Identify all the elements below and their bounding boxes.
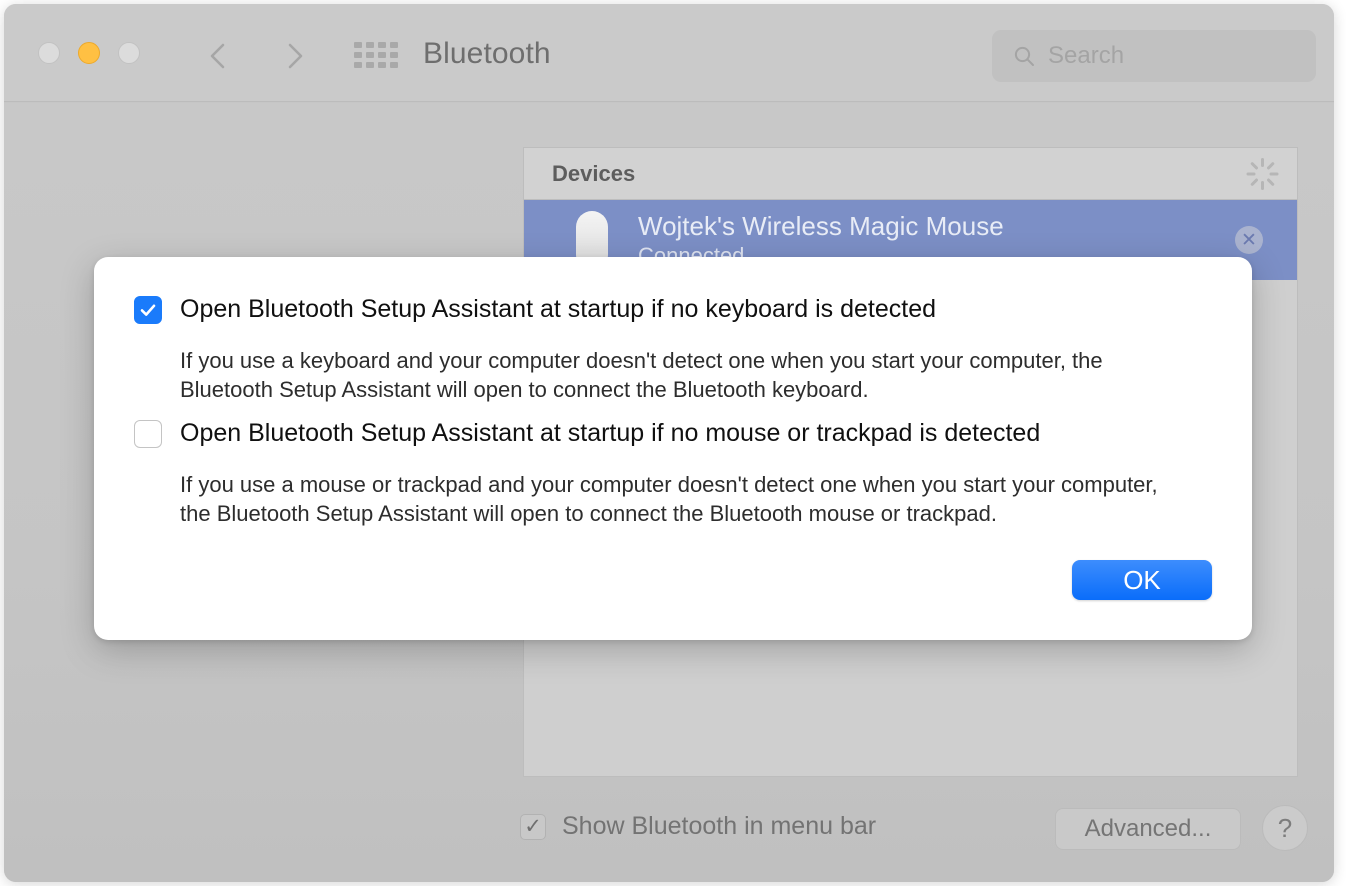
minimize-window-button[interactable] <box>78 42 100 64</box>
close-window-button[interactable] <box>38 42 60 64</box>
traffic-light-group <box>38 42 140 64</box>
show-bluetooth-in-menu-bar-checkbox[interactable]: ✓ Show Bluetooth in menu bar <box>520 812 876 841</box>
advanced-button-label: Advanced... <box>1084 815 1212 842</box>
option-keyboard-description: If you use a keyboard and your computer … <box>180 347 1103 402</box>
option-mouse-checkbox[interactable] <box>134 420 162 448</box>
option-keyboard: Open Bluetooth Setup Assistant at startu… <box>134 293 1214 404</box>
setup-assistant-dialog: Open Bluetooth Setup Assistant at startu… <box>94 257 1252 640</box>
show-bluetooth-in-menu-bar-label: Show Bluetooth in menu bar <box>562 812 877 840</box>
bluetooth-preferences-window: Bluetooth Search Devices Wojtek's Wirele… <box>4 4 1334 882</box>
help-button[interactable]: ? <box>1262 805 1308 851</box>
device-name: Wojtek's Wireless Magic Mouse <box>638 210 1004 241</box>
option-keyboard-label: Open Bluetooth Setup Assistant at startu… <box>180 295 937 323</box>
chevron-left-icon[interactable] <box>199 34 239 78</box>
search-icon <box>1012 44 1036 68</box>
chevron-right-icon[interactable] <box>274 34 314 78</box>
option-mouse-row[interactable]: Open Bluetooth Setup Assistant at startu… <box>134 417 1214 450</box>
zoom-window-button[interactable] <box>118 42 140 64</box>
option-keyboard-checkbox[interactable] <box>134 296 162 324</box>
option-mouse-description: If you use a mouse or trackpad and your … <box>180 471 1158 526</box>
ok-button-label: OK <box>1123 564 1161 595</box>
advanced-button[interactable]: Advanced... <box>1055 808 1241 850</box>
search-placeholder: Search <box>1048 42 1125 69</box>
devices-header-label: Devices <box>552 160 636 186</box>
devices-header: Devices <box>524 148 1297 200</box>
bottom-bar: ✓ Show Bluetooth in menu bar Advanced...… <box>4 782 1334 882</box>
show-all-grid-icon[interactable] <box>354 42 398 68</box>
search-input[interactable]: Search <box>992 30 1316 82</box>
checkmark-icon: ✓ <box>520 813 546 840</box>
window-titlebar: Bluetooth Search <box>4 4 1334 102</box>
option-mouse: Open Bluetooth Setup Assistant at startu… <box>134 417 1214 528</box>
screen-root: Bluetooth Search Devices Wojtek's Wirele… <box>0 0 1346 886</box>
help-button-label: ? <box>1277 812 1293 843</box>
close-circle-icon[interactable]: ✕ <box>1235 226 1263 254</box>
ok-button[interactable]: OK <box>1072 560 1212 600</box>
page-title: Bluetooth <box>423 37 551 70</box>
scanning-spinner-icon <box>1245 157 1279 191</box>
option-keyboard-row[interactable]: Open Bluetooth Setup Assistant at startu… <box>134 293 1214 326</box>
option-mouse-label: Open Bluetooth Setup Assistant at startu… <box>180 419 1041 447</box>
